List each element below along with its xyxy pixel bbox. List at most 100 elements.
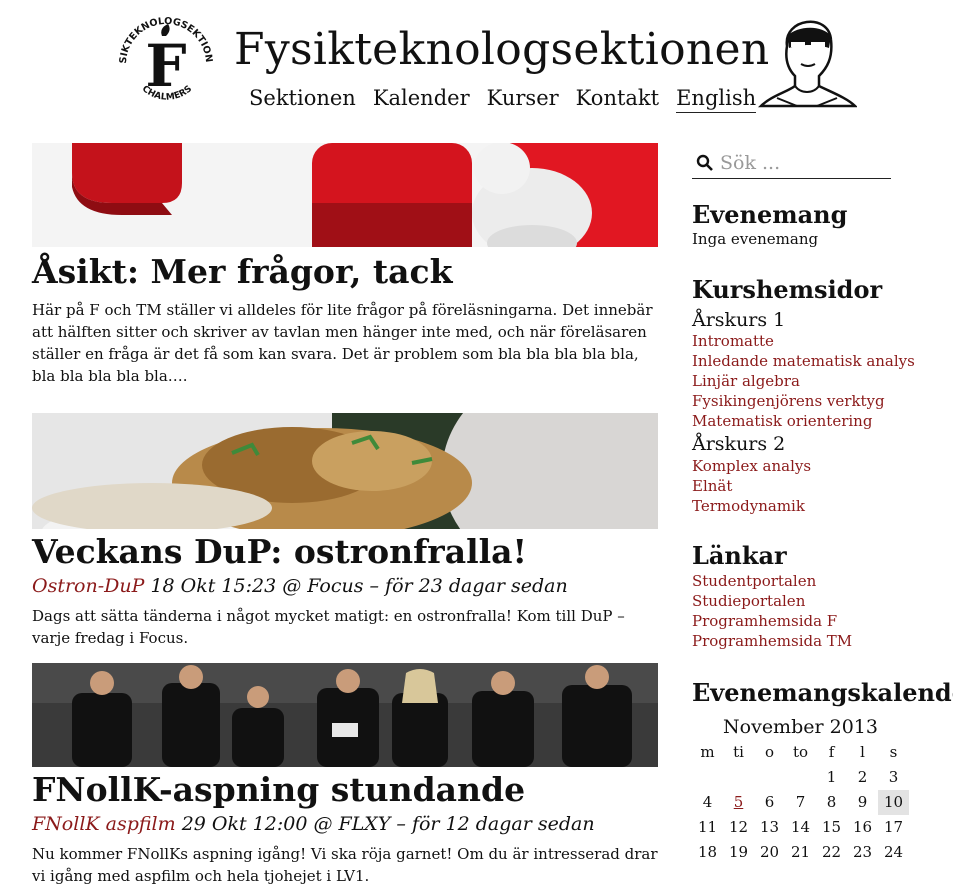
nav-kurser[interactable]: Kurser xyxy=(487,86,559,113)
svg-text:F: F xyxy=(145,32,186,100)
calendar-day: 18 xyxy=(697,843,718,862)
search-input[interactable]: Sök ... xyxy=(720,152,780,174)
post: Åsikt: Mer frågor, tack Här på F och TM … xyxy=(32,143,658,387)
calendar-day: 23 xyxy=(852,843,873,862)
calendar-day: 13 xyxy=(759,818,780,837)
search-icon xyxy=(696,154,713,171)
calendar-day[interactable]: 5 xyxy=(723,790,754,815)
post-image-opinion[interactable] xyxy=(32,143,658,247)
post-excerpt: Här på F och TM ställer vi alldeles för … xyxy=(32,300,653,385)
calendar-day: 3 xyxy=(888,768,899,787)
calendar-day-link[interactable]: 5 xyxy=(734,793,744,811)
calendar-month: November 2013 xyxy=(723,715,878,738)
weekday: f xyxy=(828,743,835,762)
sidebar: Sök ... Evenemang Inga evenemang Kurshem… xyxy=(692,148,953,865)
calendar-day: 14 xyxy=(790,818,811,837)
year2-heading: Årskurs 2 xyxy=(692,433,786,456)
course-link[interactable]: Komplex analys xyxy=(692,456,932,476)
calendar-day xyxy=(723,765,754,790)
calendar-week: 1 2 3 xyxy=(692,765,909,790)
calendar-day: 9 xyxy=(857,793,868,812)
search-box[interactable]: Sök ... xyxy=(692,148,891,179)
calendar-week: 11 12 13 14 15 16 17 xyxy=(692,815,909,840)
post-author-link[interactable]: Ostron-DuP xyxy=(32,575,144,597)
calendar-day xyxy=(692,765,723,790)
calendar-day: 2 xyxy=(857,768,868,787)
post: FNollK-aspning stundande FNollK aspfilm … xyxy=(32,662,658,887)
calendar-day: 15 xyxy=(821,818,842,837)
post-list: Åsikt: Mer frågor, tack Här på F och TM … xyxy=(32,143,658,887)
post-meta: Ostron-DuP 18 Okt 15:23 @ Focus – för 23… xyxy=(32,575,658,597)
calendar-day: 21 xyxy=(790,843,811,862)
calendar-heading: Evenemangskalender xyxy=(692,677,953,707)
calendar-day: 17 xyxy=(883,818,904,837)
course-link[interactable]: Inledande matematisk analys xyxy=(692,351,932,371)
calendar-day: 6 xyxy=(764,793,775,812)
calendar-day xyxy=(754,765,785,790)
weekday: to xyxy=(792,743,809,762)
nav-english[interactable]: English xyxy=(676,86,757,113)
calendar-day: 16 xyxy=(852,818,873,837)
external-link[interactable]: Programhemsida F xyxy=(692,611,932,631)
events-heading: Evenemang xyxy=(692,200,848,229)
weekday: m xyxy=(700,743,715,762)
post-date: 29 Okt 12:00 @ FLXY – för 12 dagar sedan xyxy=(175,812,595,835)
post-title[interactable]: FNollK-aspning stundande xyxy=(32,770,658,809)
nav-kontakt[interactable]: Kontakt xyxy=(576,86,659,113)
calendar-day xyxy=(785,765,816,790)
calendar-day: 4 xyxy=(702,793,713,812)
calendar-widget: Evenemangskalender November 2013 m ti o … xyxy=(692,677,953,865)
calendar-day: 1 xyxy=(826,768,837,787)
post: Veckans DuP: ostronfralla! Ostron-DuP 18… xyxy=(32,412,658,649)
course-link[interactable]: Intromatte xyxy=(692,331,932,351)
links-widget: Länkar Studentportalen Studieportalen Pr… xyxy=(692,541,932,651)
courses-widget: Kurshemsidor Årskurs 1 Intromatte Inleda… xyxy=(692,274,932,516)
calendar-day: 8 xyxy=(826,793,837,812)
weekday: l xyxy=(860,743,865,762)
external-link[interactable]: Studieportalen xyxy=(692,591,932,611)
post-date: 18 Okt 15:23 @ Focus – för 23 dagar seda… xyxy=(144,574,568,597)
course-link[interactable]: Elnät xyxy=(692,476,932,496)
mascot-head-icon xyxy=(757,20,857,108)
external-link[interactable]: Programhemsida TM xyxy=(692,631,932,651)
calendar-day: 24 xyxy=(883,843,904,862)
calendar-day: 7 xyxy=(795,793,806,812)
post-excerpt: Dags att sätta tänderna i något mycket m… xyxy=(32,606,625,647)
calendar-week: 18 19 20 21 22 23 24 xyxy=(692,840,909,865)
nav-sektionen[interactable]: Sektionen xyxy=(249,86,356,113)
events-widget: Evenemang Inga evenemang xyxy=(692,200,932,248)
calendar-weekdays: m ti o to f l s xyxy=(692,740,909,765)
calendar-day: 12 xyxy=(728,818,749,837)
calendar-day: 20 xyxy=(759,843,780,862)
external-link[interactable]: Studentportalen xyxy=(692,571,932,591)
calendar-day: 10 xyxy=(878,789,909,815)
courses-heading: Kurshemsidor xyxy=(692,274,883,304)
weekday: o xyxy=(764,743,775,762)
calendar-week: 4 5 6 7 8 9 10 xyxy=(692,789,909,815)
course-link[interactable]: Linjär algebra xyxy=(692,371,932,391)
post-image-group[interactable] xyxy=(32,662,658,767)
weekday: ti xyxy=(733,743,744,762)
post-title[interactable]: Veckans DuP: ostronfralla! xyxy=(32,532,658,571)
year1-heading: Årskurs 1 xyxy=(692,308,786,331)
nav-kalender[interactable]: Kalender xyxy=(373,86,470,113)
calendar-day: 11 xyxy=(697,818,718,837)
weekday: s xyxy=(889,743,898,762)
post-image-food[interactable] xyxy=(32,412,658,529)
post-author-link[interactable]: FNollK aspfilm xyxy=(32,813,176,835)
calendar-day: 22 xyxy=(821,843,842,862)
post-meta: FNollK aspfilm 29 Okt 12:00 @ FLXY – för… xyxy=(32,813,658,835)
links-heading: Länkar xyxy=(692,541,787,571)
calendar-table: November 2013 m ti o to f l s 1234567891… xyxy=(692,716,909,865)
site-header: FYSIKTEKNOLOGSEKTIONEN CHALMERS F Fysikt… xyxy=(0,0,953,130)
site-title[interactable]: Fysikteknologsektionen xyxy=(234,28,769,72)
course-link[interactable]: Fysikingenjörens verktyg xyxy=(692,391,932,411)
section-logo[interactable]: FYSIKTEKNOLOGSEKTIONEN CHALMERS F xyxy=(112,6,220,114)
events-empty-text: Inga evenemang xyxy=(692,229,819,248)
post-excerpt: Nu kommer FNollKs aspning igång! Vi ska … xyxy=(32,844,658,885)
course-link[interactable]: Termodynamik xyxy=(692,496,932,516)
calendar-day: 19 xyxy=(728,843,749,862)
main-nav: Sektionen Kalender Kurser Kontakt Englis… xyxy=(249,86,757,113)
course-link[interactable]: Matematisk orientering xyxy=(692,411,932,431)
post-title[interactable]: Åsikt: Mer frågor, tack xyxy=(32,253,658,291)
